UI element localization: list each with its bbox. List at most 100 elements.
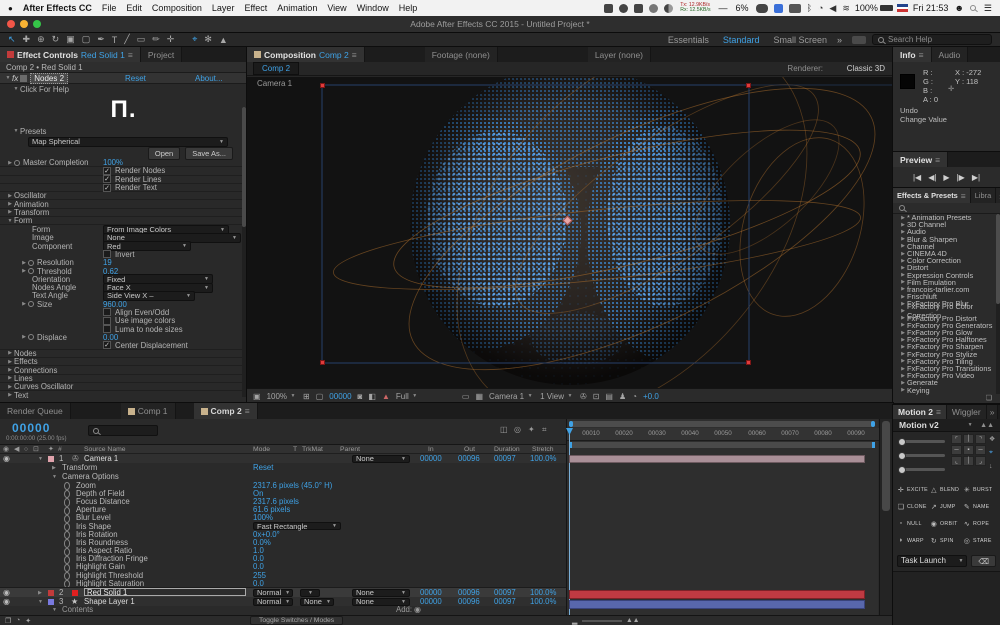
eye-toggle[interactable]: ◉ — [3, 454, 10, 463]
stretch-column-header[interactable]: Stretch — [532, 445, 554, 453]
duration-column-header[interactable]: Duration — [494, 445, 520, 453]
exposure-icon[interactable]: ◔ — [632, 392, 637, 401]
trkmat-dropdown[interactable]: ▼ — [300, 588, 320, 597]
layer-row-camera[interactable]: ◉ ▼ 1 ✇ Camera 1 None ▼ 00000 00096 00097… — [0, 454, 566, 463]
group-row[interactable]: ▶ Text — [0, 391, 247, 400]
docs-icon[interactable] — [773, 3, 783, 13]
stare-button[interactable]: ◎ STARE — [963, 534, 996, 547]
anchor-tr-button[interactable]: ⌝ — [975, 434, 986, 444]
renderer-value-button[interactable]: Classic 3D — [847, 64, 885, 73]
always-preview-icon[interactable]: ▣ — [253, 392, 261, 401]
label-color-swatch[interactable] — [48, 455, 54, 462]
expander-icon[interactable]: ▼ — [38, 454, 46, 463]
pixel-aspect-icon[interactable]: ✇ — [580, 392, 587, 401]
camera-tool-icon[interactable]: ▣ — [66, 34, 75, 45]
motion-blur-icon[interactable]: ✦ — [25, 617, 31, 625]
num-column-header[interactable]: # — [58, 445, 62, 453]
play-button[interactable]: ▶ — [943, 173, 949, 182]
expander-icon[interactable]: ▶ — [38, 588, 46, 597]
parent-dropdown[interactable]: None ▼ — [352, 588, 410, 597]
frame-blend-icon[interactable]: ⌗ — [542, 425, 547, 435]
stretch-value[interactable]: 100.0% — [530, 454, 556, 463]
selection-handle-br[interactable] — [746, 360, 751, 365]
workspace-small-screen[interactable]: Small Screen — [773, 35, 827, 45]
apple-menu-icon[interactable]: ● — [8, 4, 13, 13]
hand-tool-icon[interactable]: ✚ — [23, 34, 31, 45]
resolution-menu[interactable]: Full ▼ — [396, 392, 456, 401]
first-frame-button[interactable]: |◀ — [913, 173, 921, 182]
chevron-down-icon[interactable]: ▼ — [966, 422, 974, 428]
battery-icon[interactable] — [879, 5, 893, 11]
rotate-tool-icon[interactable]: ↻ — [52, 34, 60, 45]
tab-effect-controls[interactable]: Effect Controls Red Solid 1 ≡ — [0, 47, 141, 62]
click-for-help-row[interactable]: ▼ Click For Help — [0, 84, 247, 94]
group-row[interactable]: ▶ Transform — [0, 208, 247, 218]
label-color-swatch[interactable] — [48, 590, 54, 597]
menu-effect[interactable]: Effect — [244, 3, 267, 13]
layer-bar-shape[interactable] — [569, 600, 865, 609]
eye-status-icon[interactable] — [755, 3, 768, 13]
effects-scrollbar[interactable] — [996, 214, 1000, 394]
notification-center-icon[interactable]: ☰ — [984, 3, 992, 14]
panel-chevron[interactable]: » — [996, 188, 1000, 203]
presets-label-row[interactable]: ▼ Presets — [0, 126, 247, 136]
out-value[interactable]: 00096 — [458, 454, 480, 463]
effect-about-link[interactable]: About... — [195, 74, 223, 83]
comp-mini-tab[interactable]: Comp 2 — [253, 62, 300, 75]
panel-menu-icon[interactable]: ≡ — [245, 406, 250, 416]
tab-composition[interactable]: Composition Comp 2 ≡ — [247, 47, 365, 62]
add-shape-icon[interactable]: ◉ — [414, 605, 421, 614]
pen-tool-icon[interactable]: ╱ — [124, 34, 129, 45]
workspace-essentials[interactable]: Essentials — [668, 35, 709, 45]
brush-tool-icon[interactable]: ▭ — [137, 34, 146, 45]
timeline-hscroll[interactable] — [569, 421, 875, 427]
selection-handle-tr[interactable] — [746, 83, 751, 88]
checkbox-icon[interactable] — [103, 325, 111, 334]
composition-mini-flowchart-icon[interactable]: ◫ — [500, 425, 508, 434]
label-color-swatch[interactable] — [48, 598, 54, 605]
menu-composition[interactable]: Composition — [152, 3, 202, 13]
menu-view[interactable]: View — [327, 3, 346, 13]
composition-viewport[interactable]: Camera 1 — [247, 77, 893, 388]
toggle-switches-modes-button[interactable]: Toggle Switches / Modes — [250, 616, 344, 625]
clone-button[interactable]: ❏ CLONE — [897, 500, 930, 513]
menu-animation[interactable]: Animation — [277, 3, 317, 13]
mode-dropdown[interactable]: Normal ▼ — [253, 597, 293, 606]
cpu-percent[interactable]: 6% — [736, 3, 749, 13]
rope-button[interactable]: ∿ ROPE — [963, 517, 996, 530]
checkbox-icon[interactable]: ✓ — [103, 166, 111, 175]
clock[interactable]: Fri 21:53 — [913, 3, 949, 13]
camera-menu[interactable]: Camera 1 ▼ — [489, 392, 534, 401]
motion-version-bar[interactable]: Motion v2 ▼ ▲▲ — [893, 419, 1000, 432]
layer-row-red-solid[interactable]: ◉ ▶ 2 Red Solid 1 Normal ▼ ▼ None ▼ 00000 … — [0, 587, 566, 597]
effect-category[interactable]: ▶ Keying — [893, 386, 1000, 395]
out-column-header[interactable]: Out — [464, 445, 475, 453]
blend-button[interactable]: △ BLEND — [930, 483, 963, 496]
preset-saveas-button[interactable]: Save As... — [185, 146, 233, 160]
last-frame-button[interactable]: ▶| — [972, 173, 980, 182]
tab-motion2[interactable]: Motion 2 ≡ — [893, 405, 947, 419]
panel-menu-icon[interactable]: ≡ — [919, 50, 924, 60]
workspace-overflow-chevron[interactable]: » — [837, 35, 842, 45]
timeline-search-box[interactable] — [88, 425, 158, 436]
in-column-header[interactable]: In — [428, 445, 434, 453]
temperature-icon[interactable]: ❖ — [989, 435, 995, 443]
anchor-left-button[interactable]: ─ — [951, 445, 962, 455]
user-icon[interactable]: ☻ — [954, 3, 963, 13]
expand-layers-icon[interactable]: ❐ — [5, 617, 11, 625]
pie-icon[interactable] — [664, 3, 674, 13]
input-flag-icon[interactable] — [896, 4, 908, 12]
menu-layer[interactable]: Layer — [212, 3, 235, 13]
pin-icon[interactable]: ⌖ — [989, 449, 993, 457]
trkmat-dropdown[interactable]: None ▼ — [300, 597, 334, 606]
panel-chevron[interactable]: » — [986, 405, 999, 419]
anchor-bl-button[interactable]: ⌞ — [951, 456, 962, 466]
checkbox-icon[interactable] — [103, 316, 111, 325]
trkmat-column-header[interactable]: TrkMat — [302, 445, 323, 453]
anchor-right-button[interactable]: ─ — [975, 445, 986, 455]
menu-file[interactable]: File — [102, 3, 117, 13]
display-icon[interactable] — [788, 3, 801, 13]
preset-dropdown[interactable]: Map Spherical ▼ — [28, 136, 228, 147]
work-area-bar[interactable] — [569, 442, 875, 448]
mask-visibility-icon[interactable]: ▢ — [316, 392, 324, 401]
